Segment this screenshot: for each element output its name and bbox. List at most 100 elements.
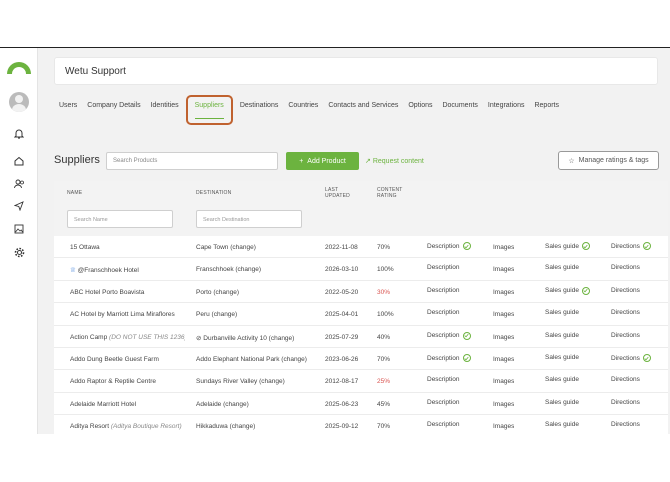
send-icon[interactable] [11,198,27,214]
image-icon[interactable] [11,221,27,237]
supplier-name[interactable]: ♕ @Franschhoek Hotel [70,266,185,274]
avatar[interactable] [9,92,29,112]
tab-contacts-and-services[interactable]: Contacts and Services [323,98,403,120]
tab-documents[interactable]: Documents [437,98,482,120]
check-icon [462,242,471,250]
sales-guide-link[interactable]: Sales guide [545,376,579,383]
col-name-header[interactable]: NAME [67,190,82,196]
table-row[interactable]: ABC Hotel Porto Boavista Porto (change) 20… [54,281,668,304]
sales-guide-link[interactable]: Sales guide [545,399,579,406]
description-link[interactable]: Description [427,287,460,294]
tab-integrations[interactable]: Integrations [483,98,530,120]
search-products-input[interactable]: Search Products [106,152,278,170]
directions-link[interactable]: Directions [611,242,651,250]
directions-link[interactable]: Directions [611,354,651,362]
images-link[interactable]: Images [493,266,514,273]
supplier-name[interactable]: Addo Raptor & Reptile Centre [70,378,185,385]
table-row[interactable]: Addo Raptor & Reptile Centre Sundays Rive… [54,370,668,393]
supplier-name[interactable]: Action Camp (DO NOT USE THIS 1236) [70,334,185,341]
change-destination-link[interactable]: (change) [223,401,249,408]
description-link[interactable]: Description [427,376,460,383]
sales-guide-link[interactable]: Sales guide [545,264,579,271]
content-rating: 70% [377,356,391,363]
description-link[interactable]: Description [427,421,460,428]
table-row[interactable]: ♕ @Franschhoek Hotel Franschhoek (change)… [54,258,668,281]
change-destination-link[interactable]: (change) [259,378,285,385]
sales-guide-link[interactable]: Sales guide [545,286,590,295]
last-updated: 2022-05-20 [325,288,359,296]
change-destination-link[interactable]: (change) [230,244,256,251]
request-content-link[interactable]: ↗ Request content [365,157,424,165]
images-link[interactable]: Images [493,311,514,318]
tab-identities[interactable]: Identities [146,98,184,120]
directions-link[interactable]: Directions [611,376,640,383]
tab-reports[interactable]: Reports [529,98,564,120]
change-destination-link[interactable]: (change) [213,289,239,296]
users-icon[interactable] [11,176,27,192]
col-updated-header[interactable]: LAST UPDATED [325,187,350,199]
images-link[interactable]: Images [493,244,514,251]
description-link[interactable]: Description [427,399,460,406]
tab-company-details[interactable]: Company Details [82,98,145,120]
images-link[interactable]: Images [493,378,514,385]
table-row[interactable]: Adelaide Marriott Hotel Adelaide (change)… [54,393,668,416]
supplier-name[interactable]: Aditya Resort (Aditya Boutique Resort) [70,423,185,430]
directions-link[interactable]: Directions [611,332,640,339]
last-updated: 2022-11-08 [325,244,358,251]
table-row[interactable]: Addo Dung Beetle Guest Farm Addo Elephant… [54,348,668,371]
sales-guide-link[interactable]: Sales guide [545,242,590,250]
sales-guide-link[interactable]: Sales guide [545,332,579,339]
directions-link[interactable]: Directions [611,309,640,316]
content-rating: 100% [377,311,394,319]
table-row[interactable]: AC Hotel by Marriott Lima Miraflores Peru… [54,303,668,326]
search-destination-input[interactable]: Search Destination [196,210,302,228]
content-rating: 45% [377,400,391,408]
sidebar [0,48,38,434]
directions-link[interactable]: Directions [611,287,640,294]
change-destination-link[interactable]: (change) [281,356,307,363]
col-destination-header[interactable]: DESTINATION [196,190,231,196]
images-link[interactable]: Images [493,289,514,296]
content-rating: 25% [377,378,391,386]
supplier-name[interactable]: Addo Dung Beetle Guest Farm [70,356,185,363]
col-rating-header[interactable]: CONTENT RATING [377,187,403,199]
search-name-input[interactable]: Search Name [67,210,173,228]
home-icon[interactable] [11,153,27,169]
change-destination-link[interactable]: (change) [212,311,238,318]
images-link[interactable]: Images [493,334,514,341]
description-link[interactable]: Description [427,309,460,316]
images-link[interactable]: Images [493,423,514,430]
directions-link[interactable]: Directions [611,264,640,271]
table-row[interactable]: Action Camp (DO NOT USE THIS 1236) ⊘ Durb… [54,326,668,348]
add-product-button[interactable]: + Add Product [286,152,359,170]
supplier-name[interactable]: AC Hotel by Marriott Lima Miraflores [70,311,185,318]
tab-options[interactable]: Options [403,98,437,120]
change-destination-link[interactable]: (change) [269,335,295,342]
description-link[interactable]: Description [427,331,471,340]
images-link[interactable]: Images [493,401,514,408]
sales-guide-link[interactable]: Sales guide [545,354,579,361]
supplier-name[interactable]: ABC Hotel Porto Boavista [70,289,185,296]
tab-destinations[interactable]: Destinations [235,98,284,120]
tab-users[interactable]: Users [54,98,82,120]
directions-link[interactable]: Directions [611,421,640,428]
wetu-logo[interactable] [7,62,31,74]
gear-icon[interactable] [11,244,27,260]
change-destination-link[interactable]: (change) [230,423,256,430]
table-row[interactable]: 15 Ottawa Cape Town (change) 2022-11-08 70%… [54,236,668,259]
table-row[interactable]: Aditya Resort (Aditya Boutique Resort) Hi… [54,415,668,434]
description-link[interactable]: Description [427,242,471,250]
images-link[interactable]: Images [493,356,514,363]
description-link[interactable]: Description [427,354,471,362]
sales-guide-link[interactable]: Sales guide [545,421,579,428]
description-link[interactable]: Description [427,264,460,271]
bell-icon[interactable] [11,125,27,141]
directions-link[interactable]: Directions [611,399,640,406]
tab-suppliers[interactable]: Suppliers [185,95,233,125]
sales-guide-link[interactable]: Sales guide [545,309,579,316]
manage-ratings-button[interactable]: ☆ Manage ratings & tags [558,151,659,170]
change-destination-link[interactable]: (change) [235,266,261,273]
tab-countries[interactable]: Countries [283,98,323,120]
supplier-name[interactable]: 15 Ottawa [70,244,185,251]
supplier-name[interactable]: Adelaide Marriott Hotel [70,401,185,408]
